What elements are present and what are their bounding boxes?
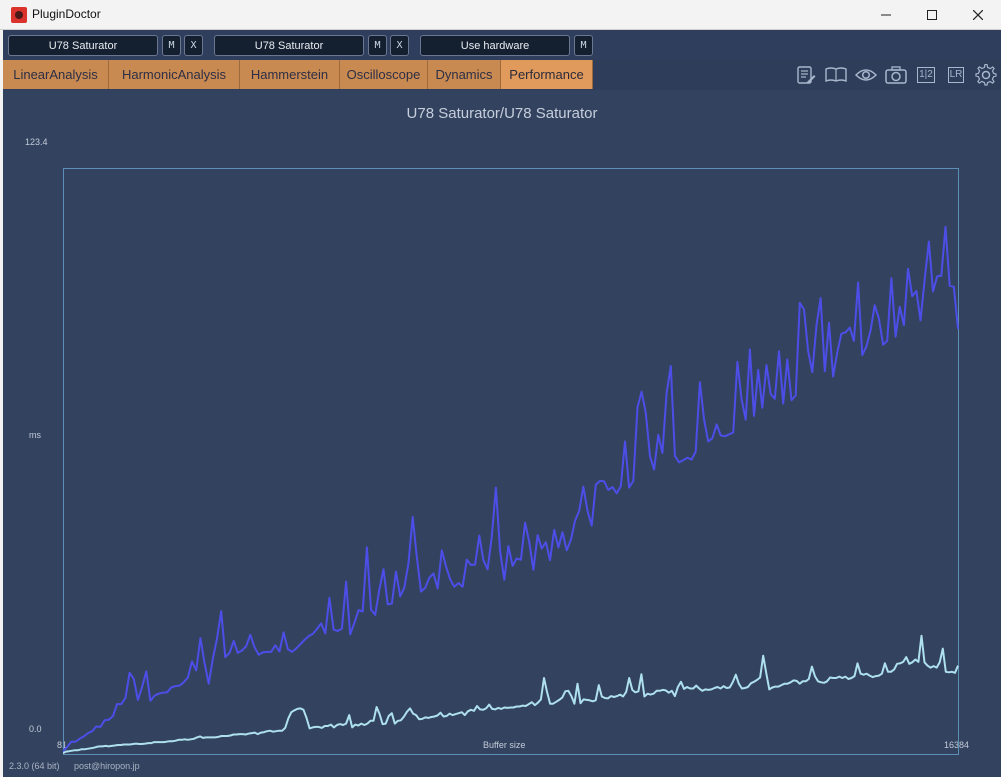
series-a-line (63, 225, 959, 752)
contact-email[interactable]: post@hiropon.jp (74, 761, 140, 771)
gear-icon[interactable] (974, 64, 998, 86)
maximize-button[interactable] (909, 0, 955, 29)
plugin-a-m-button[interactable]: M (162, 35, 181, 56)
close-icon (973, 9, 983, 20)
app-area: U78 Saturator M X U78 Saturator M X Use … (3, 30, 1001, 777)
y-min-label: 0.0 (29, 724, 42, 734)
plugin-b-x-button[interactable]: X (390, 35, 409, 56)
tab-performance[interactable]: Performance (501, 60, 593, 89)
lr-channel-toggle[interactable]: LR (944, 64, 968, 86)
tab-dynamics[interactable]: Dynamics (428, 60, 501, 89)
plugin-toolbar: U78 Saturator M X U78 Saturator M X Use … (3, 30, 1001, 60)
notes-edit-icon[interactable] (794, 64, 818, 86)
plugin-b-selector[interactable]: U78 Saturator (214, 35, 364, 56)
analysis-tabs: LinearAnalysis HarmonicAnalysis Hammerst… (3, 60, 1001, 90)
split-view-label: 1|2 (917, 67, 935, 83)
plot-frame (63, 168, 959, 755)
plugin-b-m-button[interactable]: M (368, 35, 387, 56)
window-title: PluginDoctor (32, 7, 101, 21)
plugin-a-selector[interactable]: U78 Saturator (8, 35, 158, 56)
close-button[interactable] (955, 0, 1001, 29)
y-max-label: 123.4 (25, 137, 48, 147)
tab-harmonic-analysis[interactable]: HarmonicAnalysis (109, 60, 240, 89)
series-b-line (63, 634, 959, 754)
hardware-m-button[interactable]: M (574, 35, 593, 56)
camera-icon[interactable] (884, 64, 908, 86)
lr-label: LR (947, 67, 965, 83)
tab-hammerstein[interactable]: Hammerstein (240, 60, 340, 89)
minimize-button[interactable] (863, 0, 909, 29)
book-icon[interactable] (824, 64, 848, 86)
tab-linear-analysis[interactable]: LinearAnalysis (3, 60, 109, 89)
y-axis-label: ms (29, 430, 41, 440)
plugin-a-x-button[interactable]: X (184, 35, 203, 56)
split-view-toggle[interactable]: 1|2 (914, 64, 938, 86)
version-text: 2.3.0 (64 bit) (9, 761, 60, 771)
maximize-icon (927, 9, 937, 20)
tab-oscilloscope[interactable]: Oscilloscope (340, 60, 428, 89)
performance-chart[interactable] (63, 168, 959, 755)
minimize-icon (881, 14, 891, 15)
chart-title: U78 Saturator/U78 Saturator (406, 105, 598, 122)
plugindoctor-app-icon (11, 7, 27, 23)
hardware-selector[interactable]: Use hardware (420, 35, 570, 56)
eye-icon[interactable] (854, 64, 878, 86)
window-titlebar: PluginDoctor (0, 0, 1001, 30)
performance-panel: U78 Saturator/U78 Saturator 123.4 ms 0.0… (3, 90, 1001, 777)
